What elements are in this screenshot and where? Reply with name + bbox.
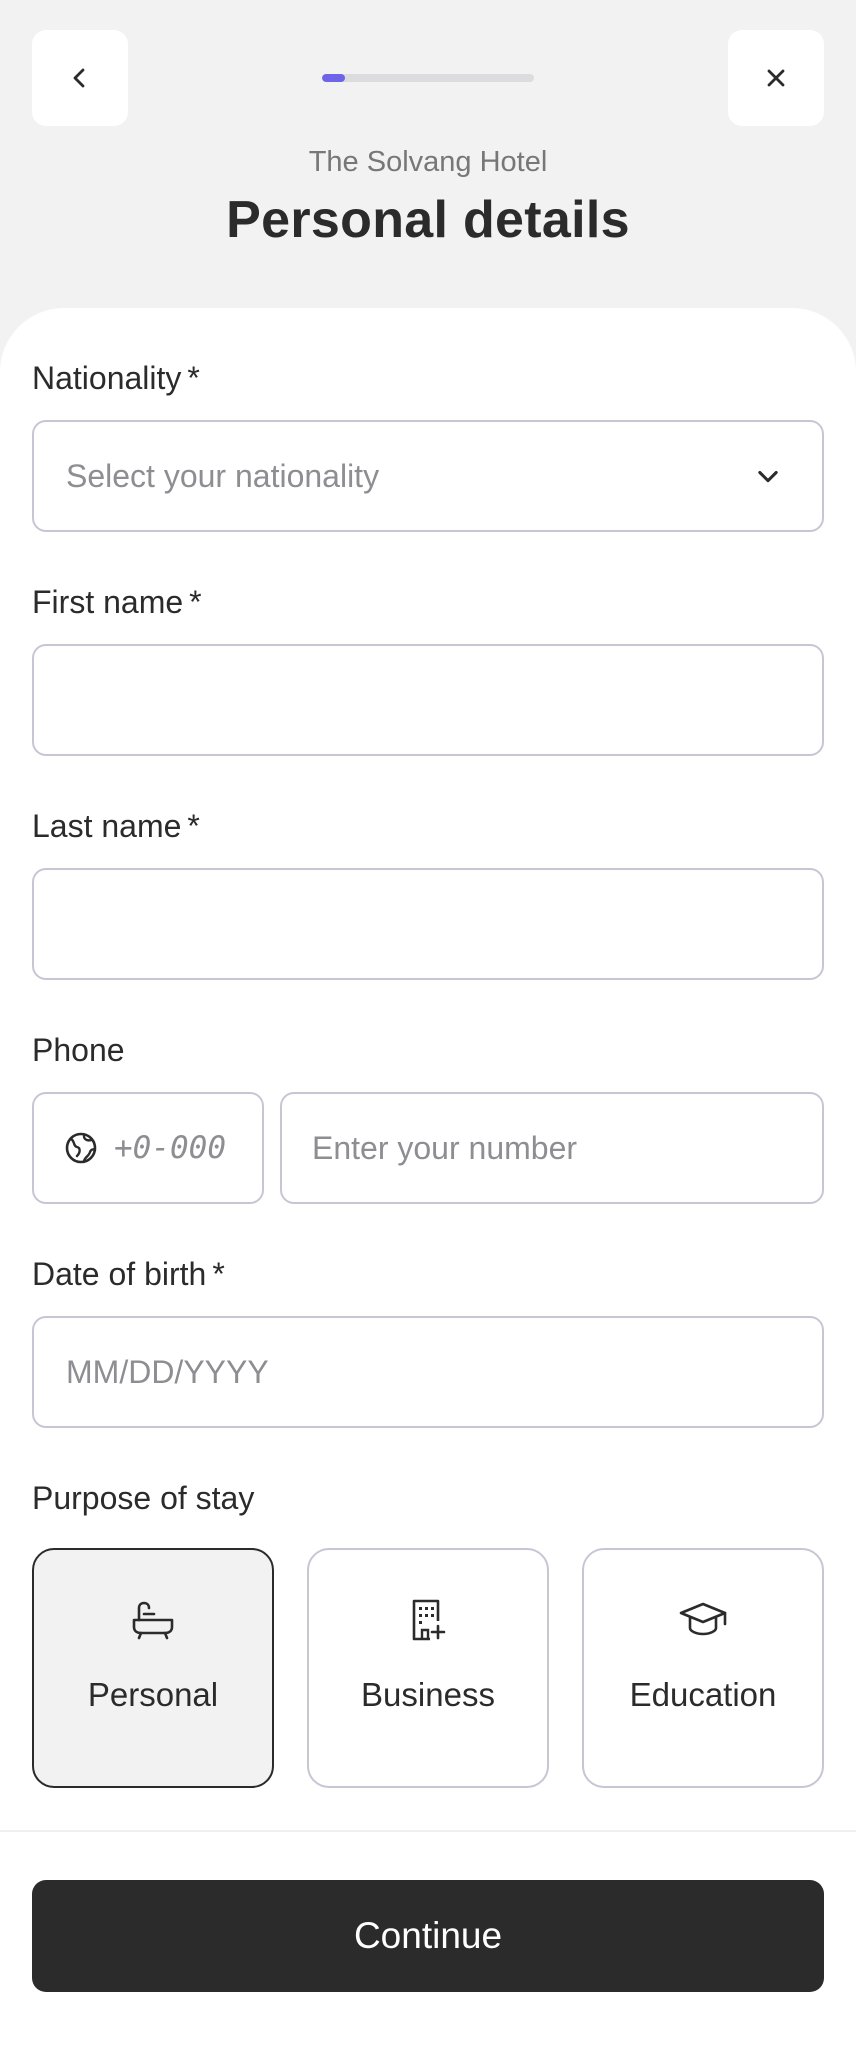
first-name-label: First name * [32, 584, 202, 620]
dob-placeholder: MM/DD/YYYY [66, 1353, 269, 1390]
required-mark: * [187, 360, 200, 396]
back-button[interactable] [32, 30, 128, 126]
nationality-placeholder: Select your nationality [66, 457, 380, 494]
page-title: Personal details [226, 191, 630, 249]
last-name-label: Last name * [32, 808, 200, 844]
bathtub-icon [132, 1601, 174, 1640]
phone-label: Phone [32, 1032, 125, 1068]
country-code-selector[interactable]: +0-000 [32, 1092, 264, 1204]
first-name-field[interactable] [32, 644, 824, 756]
top-bar: The Solvang Hotel Personal details [0, 0, 856, 300]
required-mark: * [189, 584, 202, 620]
purpose-option-business[interactable]: Business [307, 1548, 549, 1788]
phone-number-input[interactable]: Enter your number [280, 1092, 824, 1204]
required-mark: * [187, 808, 200, 844]
chevron-left-icon [73, 68, 85, 88]
footer-divider [0, 1830, 856, 1832]
last-name-field[interactable] [32, 868, 824, 980]
nationality-label: Nationality * [32, 360, 200, 396]
purpose-option-label: Business [361, 1676, 495, 1713]
dob-label: Date of birth * [32, 1256, 225, 1292]
progress-fill [322, 74, 346, 82]
purpose-option-education[interactable]: Education [582, 1548, 824, 1788]
close-button[interactable] [728, 30, 824, 126]
continue-button[interactable]: Continue [32, 1880, 824, 1992]
purpose-option-label: Personal [87, 1676, 219, 1713]
purpose-option-label: Education [629, 1676, 777, 1713]
country-code-placeholder: +0-000 [114, 1130, 226, 1166]
chevron-down-icon [758, 470, 778, 483]
close-icon [767, 69, 785, 87]
hotel-name: The Solvang Hotel [308, 146, 548, 178]
office-building-icon [412, 1599, 446, 1641]
dob-field[interactable]: MM/DD/YYYY [32, 1316, 824, 1428]
graduation-cap-icon [679, 1602, 727, 1636]
phone-number-placeholder: Enter your number [312, 1129, 578, 1166]
globe-icon [65, 1132, 97, 1164]
required-mark: * [212, 1256, 225, 1292]
nationality-select[interactable]: Select your nationality [32, 420, 824, 532]
purpose-option-personal[interactable]: Personal [32, 1548, 274, 1788]
progress-bar [322, 74, 534, 82]
purpose-label: Purpose of stay [32, 1480, 255, 1516]
